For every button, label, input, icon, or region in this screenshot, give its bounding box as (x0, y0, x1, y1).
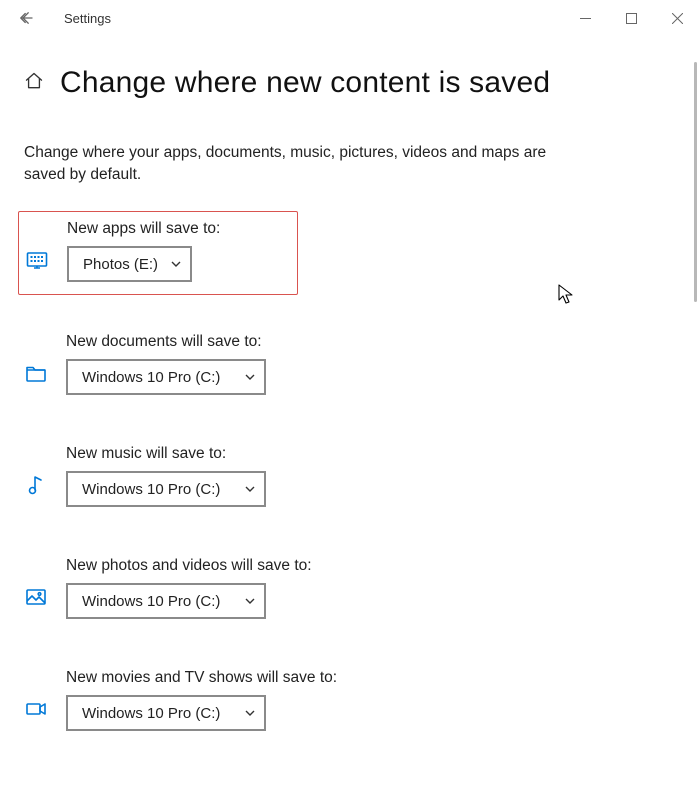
chevron-down-icon (170, 258, 182, 270)
setting-row-photos: New photos and videos will save to: Wind… (18, 549, 682, 631)
setting-row-apps: New apps will save to: Photos (E:) (18, 211, 298, 295)
maximize-button[interactable] (608, 0, 654, 36)
music-icon (24, 445, 48, 497)
apps-icon (25, 220, 49, 272)
dropdown-apps[interactable]: Photos (E:) (67, 246, 192, 282)
setting-body-apps: New apps will save to: Photos (E:) (67, 220, 220, 282)
dropdown-movies[interactable]: Windows 10 Pro (C:) (66, 695, 266, 731)
minimize-button[interactable] (562, 0, 608, 36)
chevron-down-icon (244, 483, 256, 495)
minimize-icon (580, 13, 591, 24)
label-photos: New photos and videos will save to: (66, 557, 312, 575)
back-button[interactable] (8, 0, 44, 36)
page-description: Change where your apps, documents, music… (18, 142, 578, 185)
setting-body-music: New music will save to: Windows 10 Pro (… (66, 445, 266, 507)
page-title: Change where new content is saved (60, 66, 550, 100)
home-icon[interactable] (24, 71, 44, 96)
close-button[interactable] (654, 0, 700, 36)
setting-body-photos: New photos and videos will save to: Wind… (66, 557, 312, 619)
dropdown-documents-value: Windows 10 Pro (C:) (82, 369, 220, 386)
setting-row-music: New music will save to: Windows 10 Pro (… (18, 437, 682, 519)
page-header: Change where new content is saved (18, 66, 682, 100)
close-icon (672, 13, 683, 24)
titlebar: Settings (0, 0, 700, 36)
setting-row-movies: New movies and TV shows will save to: Wi… (18, 661, 682, 743)
chevron-down-icon (244, 595, 256, 607)
dropdown-music-value: Windows 10 Pro (C:) (82, 481, 220, 498)
content-area: Change where new content is saved Change… (0, 36, 700, 793)
label-movies: New movies and TV shows will save to: (66, 669, 337, 687)
label-apps: New apps will save to: (67, 220, 220, 238)
app-title: Settings (64, 11, 111, 26)
label-music: New music will save to: (66, 445, 266, 463)
scrollbar[interactable] (694, 62, 697, 302)
dropdown-movies-value: Windows 10 Pro (C:) (82, 705, 220, 722)
back-arrow-icon (17, 9, 35, 27)
dropdown-music[interactable]: Windows 10 Pro (C:) (66, 471, 266, 507)
dropdown-apps-value: Photos (E:) (83, 256, 158, 273)
setting-body-documents: New documents will save to: Windows 10 P… (66, 333, 266, 395)
photos-icon (24, 557, 48, 609)
chevron-down-icon (244, 371, 256, 383)
dropdown-photos[interactable]: Windows 10 Pro (C:) (66, 583, 266, 619)
dropdown-photos-value: Windows 10 Pro (C:) (82, 593, 220, 610)
setting-row-documents: New documents will save to: Windows 10 P… (18, 325, 682, 407)
documents-icon (24, 333, 48, 385)
label-documents: New documents will save to: (66, 333, 266, 351)
window-controls (562, 0, 700, 36)
maximize-icon (626, 13, 637, 24)
setting-body-movies: New movies and TV shows will save to: Wi… (66, 669, 337, 731)
movies-icon (24, 669, 48, 721)
chevron-down-icon (244, 707, 256, 719)
dropdown-documents[interactable]: Windows 10 Pro (C:) (66, 359, 266, 395)
